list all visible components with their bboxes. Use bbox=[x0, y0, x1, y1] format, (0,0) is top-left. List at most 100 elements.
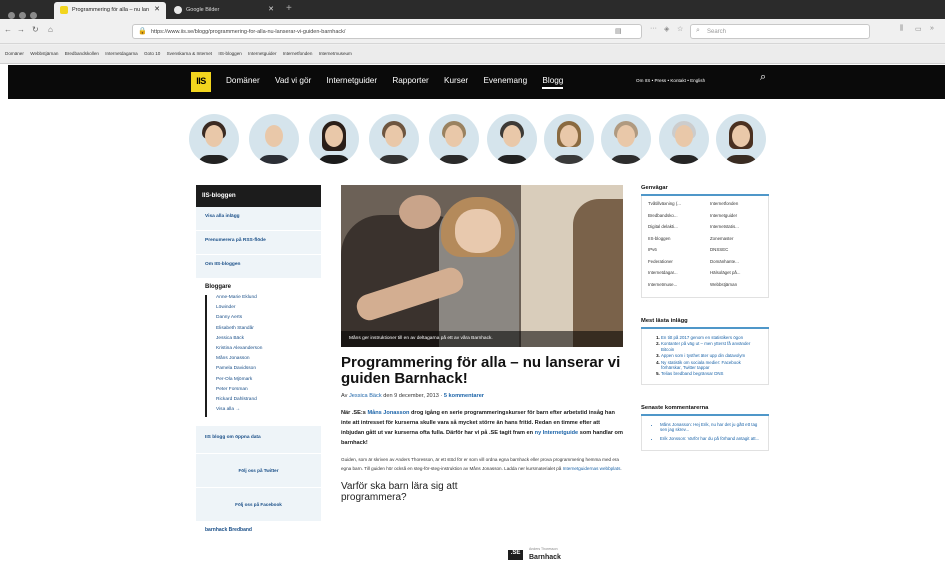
secondary-nav[interactable]: Om IIS • Press • Kontakt • English bbox=[636, 78, 705, 83]
internetguide-link[interactable]: ny Internetguide bbox=[535, 430, 579, 436]
most-read-item[interactable]: En titt på 2017 genom en statistikers ög… bbox=[661, 335, 762, 340]
blogger-link[interactable]: Löwinder bbox=[216, 305, 312, 315]
follow-twitter-link[interactable]: Följ oss på Twitter bbox=[196, 453, 321, 488]
shortcut-link[interactable]: Hälsoläget på... bbox=[710, 270, 770, 282]
search-icon[interactable]: ⌕ bbox=[760, 71, 766, 84]
sidebar-item-open-data[interactable]: IIS blogg om öppna data bbox=[196, 425, 321, 454]
tab-google-images[interactable]: Google Bilder ✕ bbox=[168, 2, 280, 19]
sidebar-item-om[interactable]: Om IIS-bloggen bbox=[196, 255, 321, 279]
forward-icon[interactable]: → bbox=[17, 25, 25, 34]
bookmark-item[interactable]: Internetmuseum bbox=[319, 51, 352, 56]
nav-item-internetguider[interactable]: Internetguider bbox=[327, 76, 378, 85]
nav-item-evenemang[interactable]: Evenemang bbox=[483, 76, 527, 85]
shortcut-link[interactable]: IPv6 bbox=[648, 247, 710, 259]
shortcut-link[interactable]: Federationer bbox=[648, 259, 710, 271]
overflow-icon[interactable]: » bbox=[930, 25, 934, 32]
nav-item-kurser[interactable]: Kurser bbox=[444, 76, 468, 85]
shortcut-link[interactable]: Internetguider bbox=[710, 213, 770, 225]
avatar[interactable] bbox=[487, 114, 537, 164]
avatar[interactable] bbox=[429, 114, 479, 164]
bookmark-item[interactable]: Internetguider bbox=[248, 51, 276, 56]
blogger-link[interactable]: Peter Forsman bbox=[216, 387, 312, 397]
most-read-item[interactable]: Appen som i tysthet äter upp din datavol… bbox=[661, 353, 762, 358]
avatar[interactable] bbox=[659, 114, 709, 164]
shortcut-link[interactable]: IIS-bloggen bbox=[648, 236, 710, 248]
address-bar[interactable]: 🔒 https://www.iis.se/blogg/programmering… bbox=[132, 24, 642, 39]
bookmark-item[interactable]: Domäner bbox=[5, 51, 24, 56]
follow-facebook-link[interactable]: Följ oss på Facebook bbox=[196, 487, 321, 522]
close-tab-icon[interactable]: ✕ bbox=[154, 5, 160, 13]
shortcuts-grid: Tvåtillväxning (... Internetfonden Bredb… bbox=[641, 196, 769, 298]
iis-logo[interactable]: IIS bbox=[191, 72, 211, 92]
bookmark-item[interactable]: Internetfonden bbox=[283, 51, 313, 56]
bookmark-item[interactable]: Bredbandskollen bbox=[65, 51, 99, 56]
browser-search-field[interactable]: ⌕ Search bbox=[690, 24, 870, 39]
nav-item-rapporter[interactable]: Rapporter bbox=[392, 76, 428, 85]
blogger-link[interactable]: Måns Jonasson bbox=[216, 356, 312, 366]
nav-item-domaner[interactable]: Domäner bbox=[226, 76, 260, 85]
page-actions-icon[interactable]: ··· bbox=[650, 25, 657, 32]
blogger-link[interactable]: Per-Ola Mjömark bbox=[216, 377, 312, 387]
guide-site-link[interactable]: Internetguidernas webbplats bbox=[563, 466, 621, 471]
avatar[interactable] bbox=[249, 114, 299, 164]
tag-cloud[interactable]: barnhack Bredband bbox=[196, 521, 321, 539]
author-link[interactable]: Jessica Bäck bbox=[349, 393, 382, 399]
pocket-icon[interactable]: ◈ bbox=[664, 25, 669, 33]
tab-active[interactable]: Programmering för alla – nu lan ✕ bbox=[54, 2, 166, 19]
shortcut-link[interactable]: Webbstjärnan bbox=[710, 282, 770, 294]
avatar[interactable] bbox=[544, 114, 594, 164]
recent-comment-item[interactable]: Måns Jonasson: Hej Erik, nu har det ju g… bbox=[660, 422, 762, 433]
blogger-link[interactable]: Jessica Bäck bbox=[216, 336, 312, 346]
sidebar-toggle-icon[interactable]: ▭ bbox=[915, 25, 922, 33]
most-read-item[interactable]: Telias bredband begränsar DNS bbox=[661, 371, 762, 376]
avatar[interactable] bbox=[601, 114, 651, 164]
sidebar-item-rss[interactable]: Prenumerera på RSS-flöde bbox=[196, 231, 321, 255]
shortcut-link[interactable]: Domänhante... bbox=[710, 259, 770, 271]
nav-item-blogg[interactable]: Blogg bbox=[542, 76, 564, 89]
shortcut-link[interactable]: Internetfonden bbox=[710, 201, 770, 213]
genvagar-heading: Genvägar bbox=[641, 185, 769, 196]
bookmark-item[interactable]: Internetdagarna bbox=[105, 51, 137, 56]
shortcut-link[interactable]: Internetdagar... bbox=[648, 270, 710, 282]
sidebar-item-visa-alla[interactable]: Visa alla inlägg bbox=[196, 207, 321, 231]
shortcut-link[interactable]: Digital delakti... bbox=[648, 224, 710, 236]
bookmark-item[interactable]: Webbstjärnan bbox=[30, 51, 58, 56]
blogger-link[interactable]: Danny Aerts bbox=[216, 315, 312, 325]
blogger-link[interactable]: Pamela Davidsson bbox=[216, 366, 312, 376]
avatar[interactable] bbox=[369, 114, 419, 164]
library-icon[interactable]: ⫼ bbox=[900, 25, 903, 33]
author-link[interactable]: Måns Jonasson bbox=[367, 410, 409, 416]
reader-view-icon[interactable]: ▤ bbox=[615, 27, 622, 35]
nav-item-vad-vi-gor[interactable]: Vad vi gör bbox=[275, 76, 311, 85]
comments-link[interactable]: 5 kommentarer bbox=[444, 393, 484, 399]
recent-comments-list: Måns Jonasson: Hej Erik, nu har det ju g… bbox=[641, 415, 769, 452]
bookmark-item[interactable]: Goto 10 bbox=[144, 51, 160, 56]
shortcut-link[interactable]: Internetstatis... bbox=[710, 224, 770, 236]
recent-comment-item[interactable]: Erik Jonsson: Varför har du på förhand a… bbox=[660, 436, 762, 441]
reload-icon[interactable]: ↻ bbox=[32, 25, 39, 34]
bookmark-item[interactable]: IIS-bloggen bbox=[218, 51, 242, 56]
avatar[interactable] bbox=[309, 114, 359, 164]
new-tab-icon[interactable]: + bbox=[286, 3, 292, 14]
shortcut-link[interactable]: Zonemaster bbox=[710, 236, 770, 248]
avatar[interactable] bbox=[716, 114, 766, 164]
shortcut-link[interactable]: Internetmuse... bbox=[648, 282, 710, 294]
shortcut-link[interactable]: Bredbandsko... bbox=[648, 213, 710, 225]
avatar[interactable] bbox=[189, 114, 239, 164]
guide-cover-thumbnail[interactable]: .SE Anders Thoresson Barnhack bbox=[500, 543, 610, 580]
home-icon[interactable]: ⌂ bbox=[48, 25, 53, 34]
bookmark-item[interactable]: Svenskarna & Internet bbox=[167, 51, 212, 56]
blogger-link[interactable]: Elisabeth Standår bbox=[216, 326, 312, 336]
shortcut-link[interactable]: DNSSEC bbox=[710, 247, 770, 259]
article-lead: När .SE:s Måns Jonasson drog igång en se… bbox=[341, 408, 623, 448]
most-read-item[interactable]: Ny statistik om sociala medier: Facebook… bbox=[661, 360, 762, 371]
blogger-link[interactable]: Anne-Marie Eklund bbox=[216, 295, 312, 305]
close-tab-icon[interactable]: ✕ bbox=[268, 5, 274, 13]
show-all-bloggers-link[interactable]: Visa alla → bbox=[216, 407, 312, 417]
most-read-item[interactable]: Kontanter på väg ut – men ytterst få anv… bbox=[661, 341, 762, 352]
bookmark-star-icon[interactable]: ☆ bbox=[677, 25, 683, 33]
blogger-link[interactable]: Rickard Dahlstrand bbox=[216, 397, 312, 407]
shortcut-link[interactable]: Tvåtillväxning (... bbox=[648, 201, 710, 213]
blogger-link[interactable]: Kristina Alexanderson bbox=[216, 346, 312, 356]
back-icon[interactable]: ← bbox=[4, 25, 12, 34]
